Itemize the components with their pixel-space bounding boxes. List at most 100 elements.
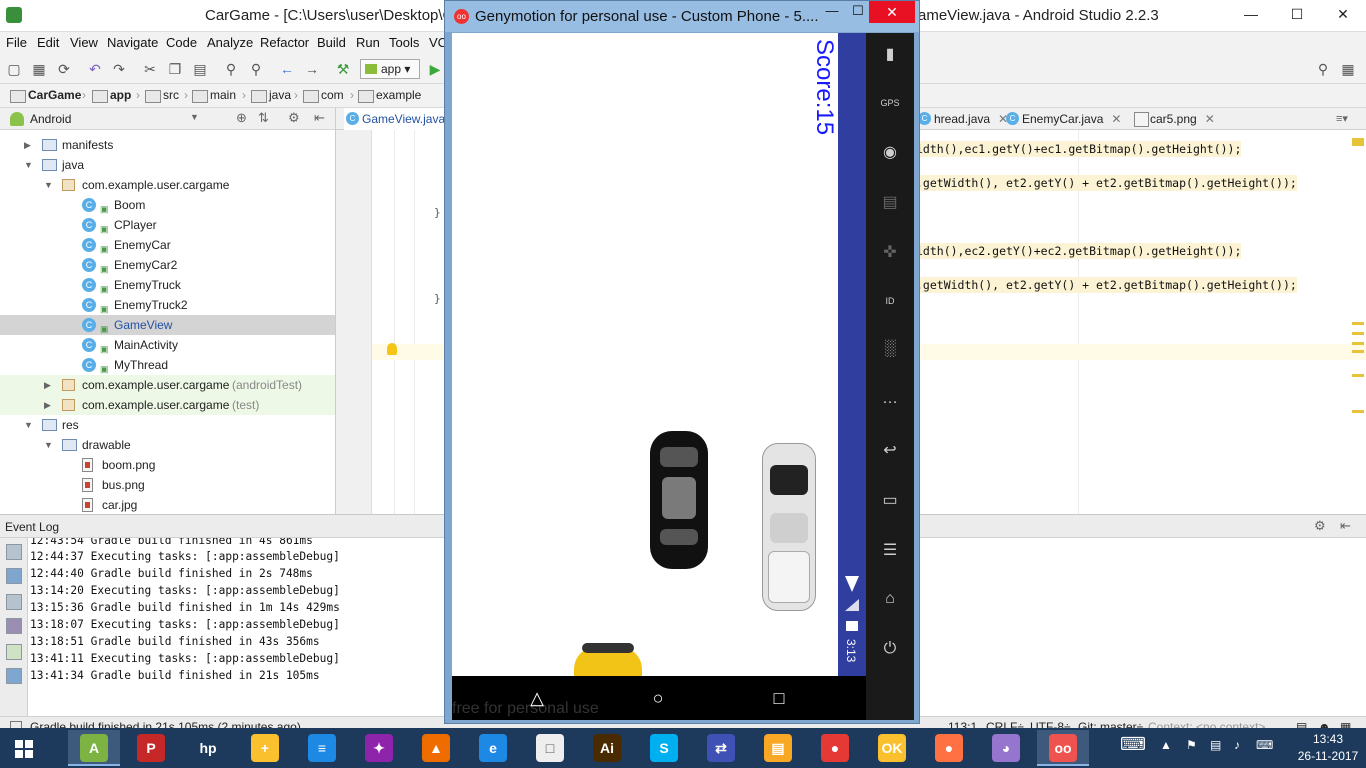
hide-panel-icon[interactable]: ⇤ (1340, 518, 1351, 534)
taskbar-app-skype[interactable]: S (638, 730, 690, 766)
taskbar-app-ie[interactable]: e (467, 730, 519, 766)
copy-icon[interactable]: ❐ (166, 60, 184, 78)
clock-time[interactable]: 13:43 (1306, 732, 1350, 746)
tree-item-file[interactable]: bus.png (0, 475, 335, 495)
scroll-to-end-icon[interactable] (6, 618, 22, 634)
volume-icon[interactable]: ♪ (1234, 738, 1240, 752)
battery-icon[interactable]: ▮ (878, 43, 902, 67)
taskbar-app-network[interactable]: ⇄ (695, 730, 747, 766)
tree-item-class[interactable]: C ▣ Boom (0, 195, 335, 215)
keyboard-icon[interactable]: ⌨ (1256, 738, 1273, 752)
tree-item-package[interactable]: ▶ com.example.user.cargame (androidTest) (0, 375, 335, 395)
taskbar-app-github[interactable]: ◕ (980, 730, 1032, 766)
stripe-mark[interactable] (1352, 138, 1364, 146)
tree-item-class[interactable]: C ▣ GameView (0, 315, 335, 335)
menu-run[interactable]: Run (356, 35, 380, 50)
menu-edit[interactable]: Edit (37, 35, 59, 50)
menu-view[interactable]: View (70, 35, 98, 50)
stripe-mark[interactable] (1352, 350, 1364, 353)
recent-apps-icon[interactable]: ▭ (878, 489, 902, 513)
tab-enemycar[interactable]: EnemyCar.java ✕ (1004, 108, 1121, 130)
back-icon[interactable]: ↩ (878, 439, 902, 463)
recents-button[interactable]: □ (764, 688, 794, 709)
sms-icon[interactable]: … (878, 387, 902, 411)
keyboard-layout-icon[interactable]: ⌨ (1120, 734, 1146, 755)
game-screen[interactable]: Score:15 (452, 33, 838, 676)
tree-item-folder[interactable]: ▼ drawable (0, 435, 335, 455)
home-button[interactable]: ○ (643, 688, 673, 709)
hide-panel-icon[interactable]: ⇤ (314, 110, 325, 126)
tree-item-folder[interactable]: ▶ manifests (0, 135, 335, 155)
taskbar-app-firefox[interactable]: ● (923, 730, 975, 766)
tab-list-icon[interactable]: ≡▾ (1336, 112, 1348, 125)
open-folder-icon[interactable]: ▢ (5, 60, 23, 78)
menu-navigate[interactable]: Navigate (107, 35, 158, 50)
dpad-icon[interactable]: ✜ (878, 241, 902, 265)
tab-gameview[interactable]: GameView.java (344, 108, 450, 130)
crumb-src[interactable]: src (145, 88, 179, 103)
stripe-mark[interactable] (1352, 342, 1364, 345)
maximize-button[interactable]: ☐ (1274, 0, 1320, 30)
close-icon[interactable]: ✕ (1205, 112, 1215, 126)
make-project-icon[interactable]: ⚒ (334, 60, 352, 78)
close-button[interactable]: ✕ (1320, 0, 1366, 30)
start-button[interactable] (0, 728, 48, 768)
menu-build[interactable]: Build (317, 35, 346, 50)
flag-icon[interactable]: ⚑ (1186, 738, 1197, 752)
gear-icon[interactable]: ⚙ (1314, 518, 1326, 534)
tree-item-class[interactable]: C ▣ EnemyCar (0, 235, 335, 255)
tree-item-folder[interactable]: ▼ java (0, 155, 335, 175)
tree-item-package[interactable]: ▼ com.example.user.cargame (0, 175, 335, 195)
run-config-dropdown[interactable]: app ▾ (360, 59, 420, 79)
tree-item-file[interactable]: boom.png (0, 455, 335, 475)
tree-item-class[interactable]: C ▣ EnemyTruck (0, 275, 335, 295)
taskbar-app-genymotion[interactable]: oo (1037, 730, 1089, 766)
menu-refactor[interactable]: Refactor (260, 35, 309, 50)
taskbar-app-pdf[interactable]: P (125, 730, 177, 766)
taskbar-app-add[interactable]: + (239, 730, 291, 766)
paste-icon[interactable]: ▤ (191, 60, 209, 78)
settings-tool-icon[interactable] (6, 544, 22, 560)
tree-item-class[interactable]: C ▣ EnemyTruck2 (0, 295, 335, 315)
tab-mythread[interactable]: hread.java✕ (916, 108, 1008, 130)
gps-icon[interactable]: GPS (878, 91, 902, 115)
stripe-mark[interactable] (1352, 332, 1364, 335)
menu-file[interactable]: File (6, 35, 27, 50)
sync-icon[interactable]: ⟳ (55, 60, 73, 78)
chevron-down-icon[interactable]: ▼ (190, 112, 199, 122)
tree-item-class[interactable]: C ▣ CPlayer (0, 215, 335, 235)
filter-icon[interactable] (6, 594, 22, 610)
tree-item-class[interactable]: C ▣ MainActivity (0, 335, 335, 355)
media-icon[interactable]: ▤ (878, 191, 902, 215)
collapse-all-icon[interactable]: ⇅ (258, 110, 269, 126)
tree-item-package[interactable]: ▶ com.example.user.cargame (test) (0, 395, 335, 415)
collapsed-arrow-icon[interactable]: ▶ (24, 135, 31, 155)
cut-icon[interactable]: ✂ (141, 60, 159, 78)
trash-icon[interactable] (6, 668, 22, 684)
menu-analyze[interactable]: Analyze (207, 35, 253, 50)
mark-read-icon[interactable] (6, 568, 22, 584)
menu-tools[interactable]: Tools (389, 35, 419, 50)
webcam-icon[interactable]: ◉ (878, 141, 902, 165)
find-icon[interactable]: ⚲ (222, 60, 240, 78)
home-icon[interactable]: ⌂ (878, 587, 902, 611)
run-icon[interactable]: ▶ (426, 60, 444, 78)
sdk-manager-icon[interactable]: ▦ (1339, 60, 1357, 78)
crumb-app[interactable]: app (92, 88, 131, 103)
stripe-mark[interactable] (1352, 374, 1364, 377)
tree-item-class[interactable]: C ▣ MyThread (0, 355, 335, 375)
menu-icon[interactable]: ☰ (878, 539, 902, 563)
search-everywhere-icon[interactable]: ⚲ (1314, 60, 1332, 78)
scroll-from-source-icon[interactable]: ⊕ (236, 110, 247, 126)
project-view-selector[interactable]: Android (30, 112, 71, 126)
expanded-arrow-icon[interactable]: ▼ (24, 415, 33, 435)
forward-arrow-icon[interactable]: → (303, 60, 321, 78)
tab-car5[interactable]: car5.png ✕ (1132, 108, 1215, 130)
taskbar-app-doc[interactable]: □ (524, 730, 576, 766)
crumb-main[interactable]: main (192, 88, 236, 103)
lightbulb-icon[interactable] (387, 343, 397, 355)
save-all-icon[interactable]: ▦ (30, 60, 48, 78)
expanded-arrow-icon[interactable]: ▼ (24, 155, 33, 175)
power-icon[interactable]: ⏻ (878, 637, 902, 661)
stripe-mark[interactable] (1352, 410, 1364, 413)
